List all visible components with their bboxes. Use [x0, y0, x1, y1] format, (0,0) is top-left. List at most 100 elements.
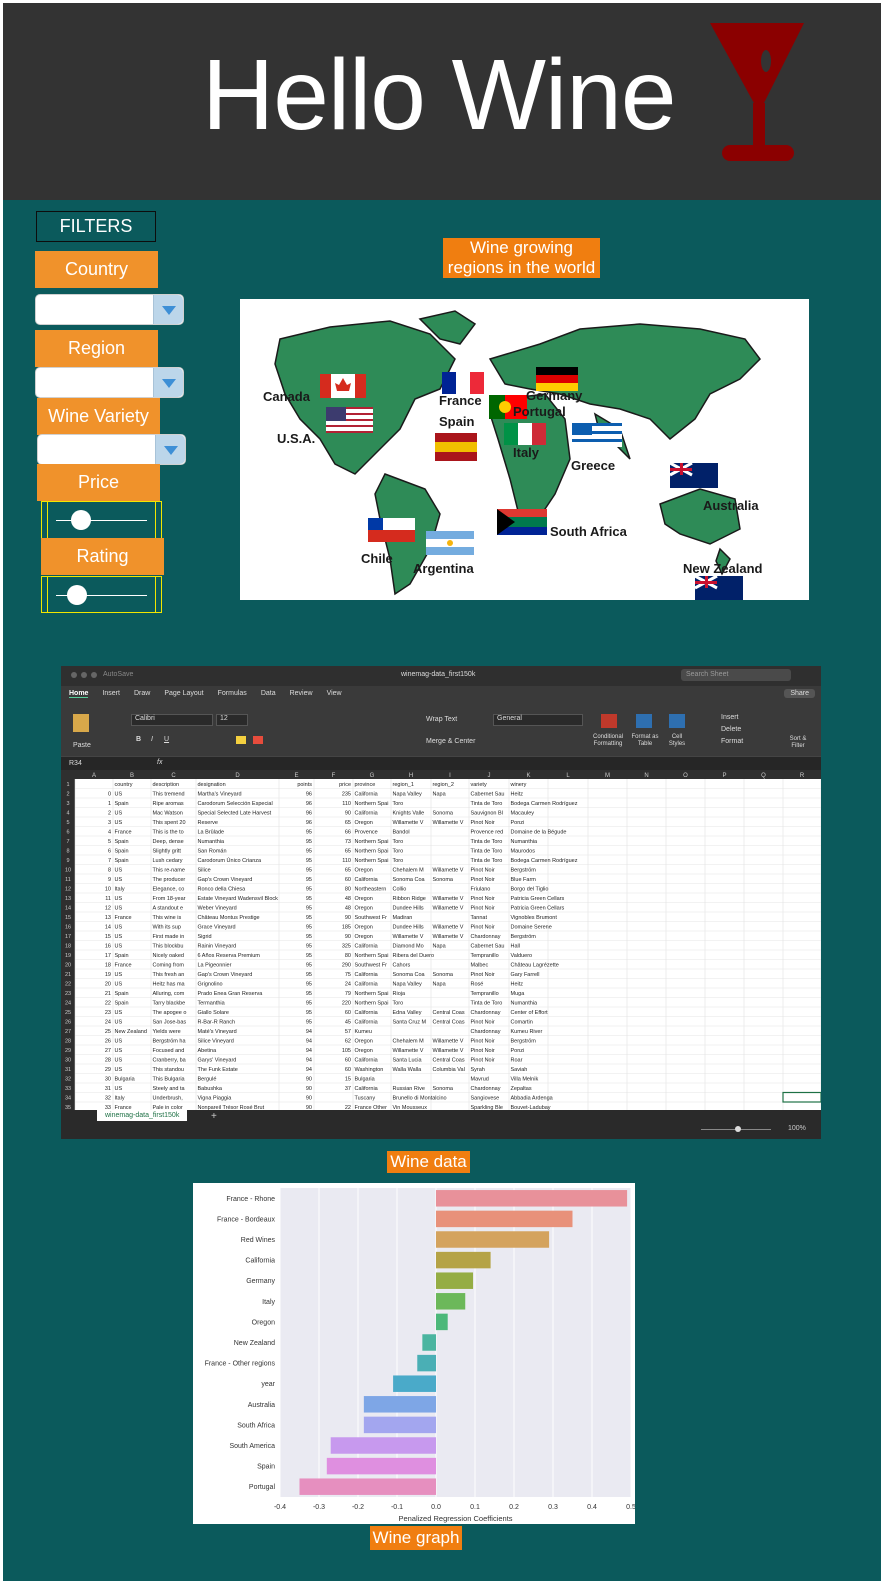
- table-cell: Columbia Val: [433, 1067, 465, 1073]
- conditional-formatting-icon[interactable]: [601, 714, 617, 728]
- rating-slider-thumb[interactable]: [67, 584, 87, 605]
- table-cell: Roar: [511, 1058, 523, 1064]
- table-cell: Ribera del Duero: [393, 953, 435, 959]
- rating-slider[interactable]: [41, 576, 162, 613]
- table-cell: Spain: [115, 991, 129, 997]
- table-cell: Santa Cruz M: [393, 1020, 427, 1026]
- table-cell: Northern Spai: [355, 1001, 389, 1007]
- table-cell: Napa: [433, 982, 447, 988]
- y-tick-label: Germany: [246, 1278, 275, 1285]
- sheet-tab[interactable]: winemag-data_first150k: [97, 1110, 188, 1121]
- search-sheet-input[interactable]: Search Sheet: [681, 669, 791, 681]
- table-cell: Chardonnay: [471, 1010, 501, 1016]
- table-cell: Napa: [433, 944, 447, 950]
- bar: [436, 1210, 573, 1228]
- tab-data[interactable]: Data: [261, 690, 276, 698]
- country-label: Country: [35, 251, 158, 288]
- font-name-select[interactable]: Calibri: [131, 714, 213, 726]
- table-cell: 96: [306, 820, 312, 826]
- add-sheet-icon[interactable]: +: [211, 1111, 217, 1122]
- region-dropdown[interactable]: [35, 367, 184, 398]
- table-cell: California: [355, 972, 379, 978]
- function-icon[interactable]: fx: [157, 759, 162, 766]
- fill-color-icon[interactable]: [236, 736, 246, 744]
- table-cell: Northern Spai: [355, 991, 389, 997]
- table-cell: US: [115, 906, 123, 912]
- window-control-icon[interactable]: [91, 672, 97, 678]
- x-tick-label: -0.4: [274, 1504, 286, 1511]
- table-cell: 66: [345, 830, 351, 836]
- bold-button[interactable]: B: [136, 736, 141, 743]
- underline-button[interactable]: U: [164, 736, 169, 743]
- tab-draw[interactable]: Draw: [134, 690, 150, 698]
- tab-home[interactable]: Home: [69, 690, 89, 698]
- font-size-select[interactable]: 12: [216, 714, 248, 726]
- format-cells-button[interactable]: Format: [721, 738, 743, 745]
- insert-cells-button[interactable]: Insert: [721, 714, 739, 721]
- cell-styles-icon[interactable]: [669, 714, 685, 728]
- table-cell: Spain: [115, 839, 129, 845]
- column-header: C: [171, 773, 176, 779]
- sort-filter-button[interactable]: Sort & Filter: [783, 736, 813, 750]
- paste-icon[interactable]: [73, 714, 89, 732]
- tab-insert[interactable]: Insert: [102, 690, 120, 698]
- share-button[interactable]: Share: [784, 689, 815, 698]
- table-cell: Willamette V: [393, 820, 424, 826]
- table-cell: Pinot Noir: [471, 896, 495, 902]
- table-cell: 94: [306, 1029, 312, 1035]
- zoom-slider[interactable]: [701, 1126, 771, 1132]
- table-cell: Madiran: [393, 915, 413, 921]
- row-number: 8: [66, 849, 69, 855]
- table-cell: US: [115, 944, 123, 950]
- delete-cells-button[interactable]: Delete: [721, 726, 741, 733]
- font-color-icon[interactable]: [253, 736, 263, 744]
- window-control-icon[interactable]: [81, 672, 87, 678]
- paste-button[interactable]: Paste: [73, 742, 91, 749]
- tab-formulas[interactable]: Formulas: [218, 690, 247, 698]
- row-number: 18: [65, 944, 71, 950]
- conditional-formatting-button[interactable]: Conditional Formatting: [593, 734, 623, 748]
- price-slider-thumb[interactable]: [71, 510, 91, 530]
- wine-variety-dropdown[interactable]: [37, 434, 186, 465]
- table-cell: designation: [198, 782, 226, 788]
- italic-button[interactable]: I: [151, 736, 153, 743]
- table-cell: La Pigeonnier: [198, 963, 232, 969]
- format-as-table-button[interactable]: Format as Table: [631, 734, 659, 748]
- table-cell: US: [115, 1058, 123, 1064]
- table-cell: Mavrud: [471, 1077, 489, 1083]
- table-cell: Cabernet Sau: [471, 792, 505, 798]
- price-slider[interactable]: [41, 501, 162, 539]
- wrap-text-button[interactable]: Wrap Text: [426, 716, 457, 723]
- chevron-down-icon[interactable]: [153, 368, 183, 397]
- x-axis-label: Penalized Regression Coefficients: [398, 1514, 512, 1523]
- table-cell: Center of Effort: [511, 1010, 549, 1016]
- merge-center-button[interactable]: Merge & Center: [426, 738, 475, 745]
- y-tick-label: California: [245, 1258, 275, 1265]
- table-cell: Slightly gritt: [153, 849, 182, 855]
- window-control-icon[interactable]: [71, 672, 77, 678]
- table-cell: Italy: [115, 1096, 125, 1102]
- table-cell: 95: [306, 982, 312, 988]
- name-box[interactable]: R34: [69, 760, 82, 767]
- tab-page-layout[interactable]: Page Layout: [164, 690, 203, 698]
- chevron-down-icon[interactable]: [153, 295, 183, 324]
- rating-label: Rating: [41, 538, 164, 575]
- country-dropdown[interactable]: [35, 294, 184, 325]
- cell-styles-button[interactable]: Cell Styles: [664, 734, 690, 748]
- row-number: 20: [65, 963, 71, 969]
- y-tick-label: France - Other regions: [205, 1361, 276, 1368]
- chevron-down-icon[interactable]: [155, 435, 185, 464]
- format-as-table-icon[interactable]: [636, 714, 652, 728]
- table-cell: 105: [342, 1048, 351, 1054]
- table-cell: 15: [345, 1077, 351, 1083]
- zoom-slider-thumb[interactable]: [735, 1126, 741, 1132]
- table-cell: 21: [105, 991, 111, 997]
- number-format-select[interactable]: General: [493, 714, 583, 726]
- table-cell: Spain: [115, 953, 129, 959]
- table-cell: points: [297, 782, 312, 788]
- spreadsheet-grid[interactable]: A B C D E F G H I J K L M N O P Q R 1 country description des…: [61, 770, 821, 1112]
- table-cell: 95: [306, 1020, 312, 1026]
- tab-review[interactable]: Review: [290, 690, 313, 698]
- formula-bar: R34 fx: [61, 756, 821, 771]
- tab-view[interactable]: View: [327, 690, 342, 698]
